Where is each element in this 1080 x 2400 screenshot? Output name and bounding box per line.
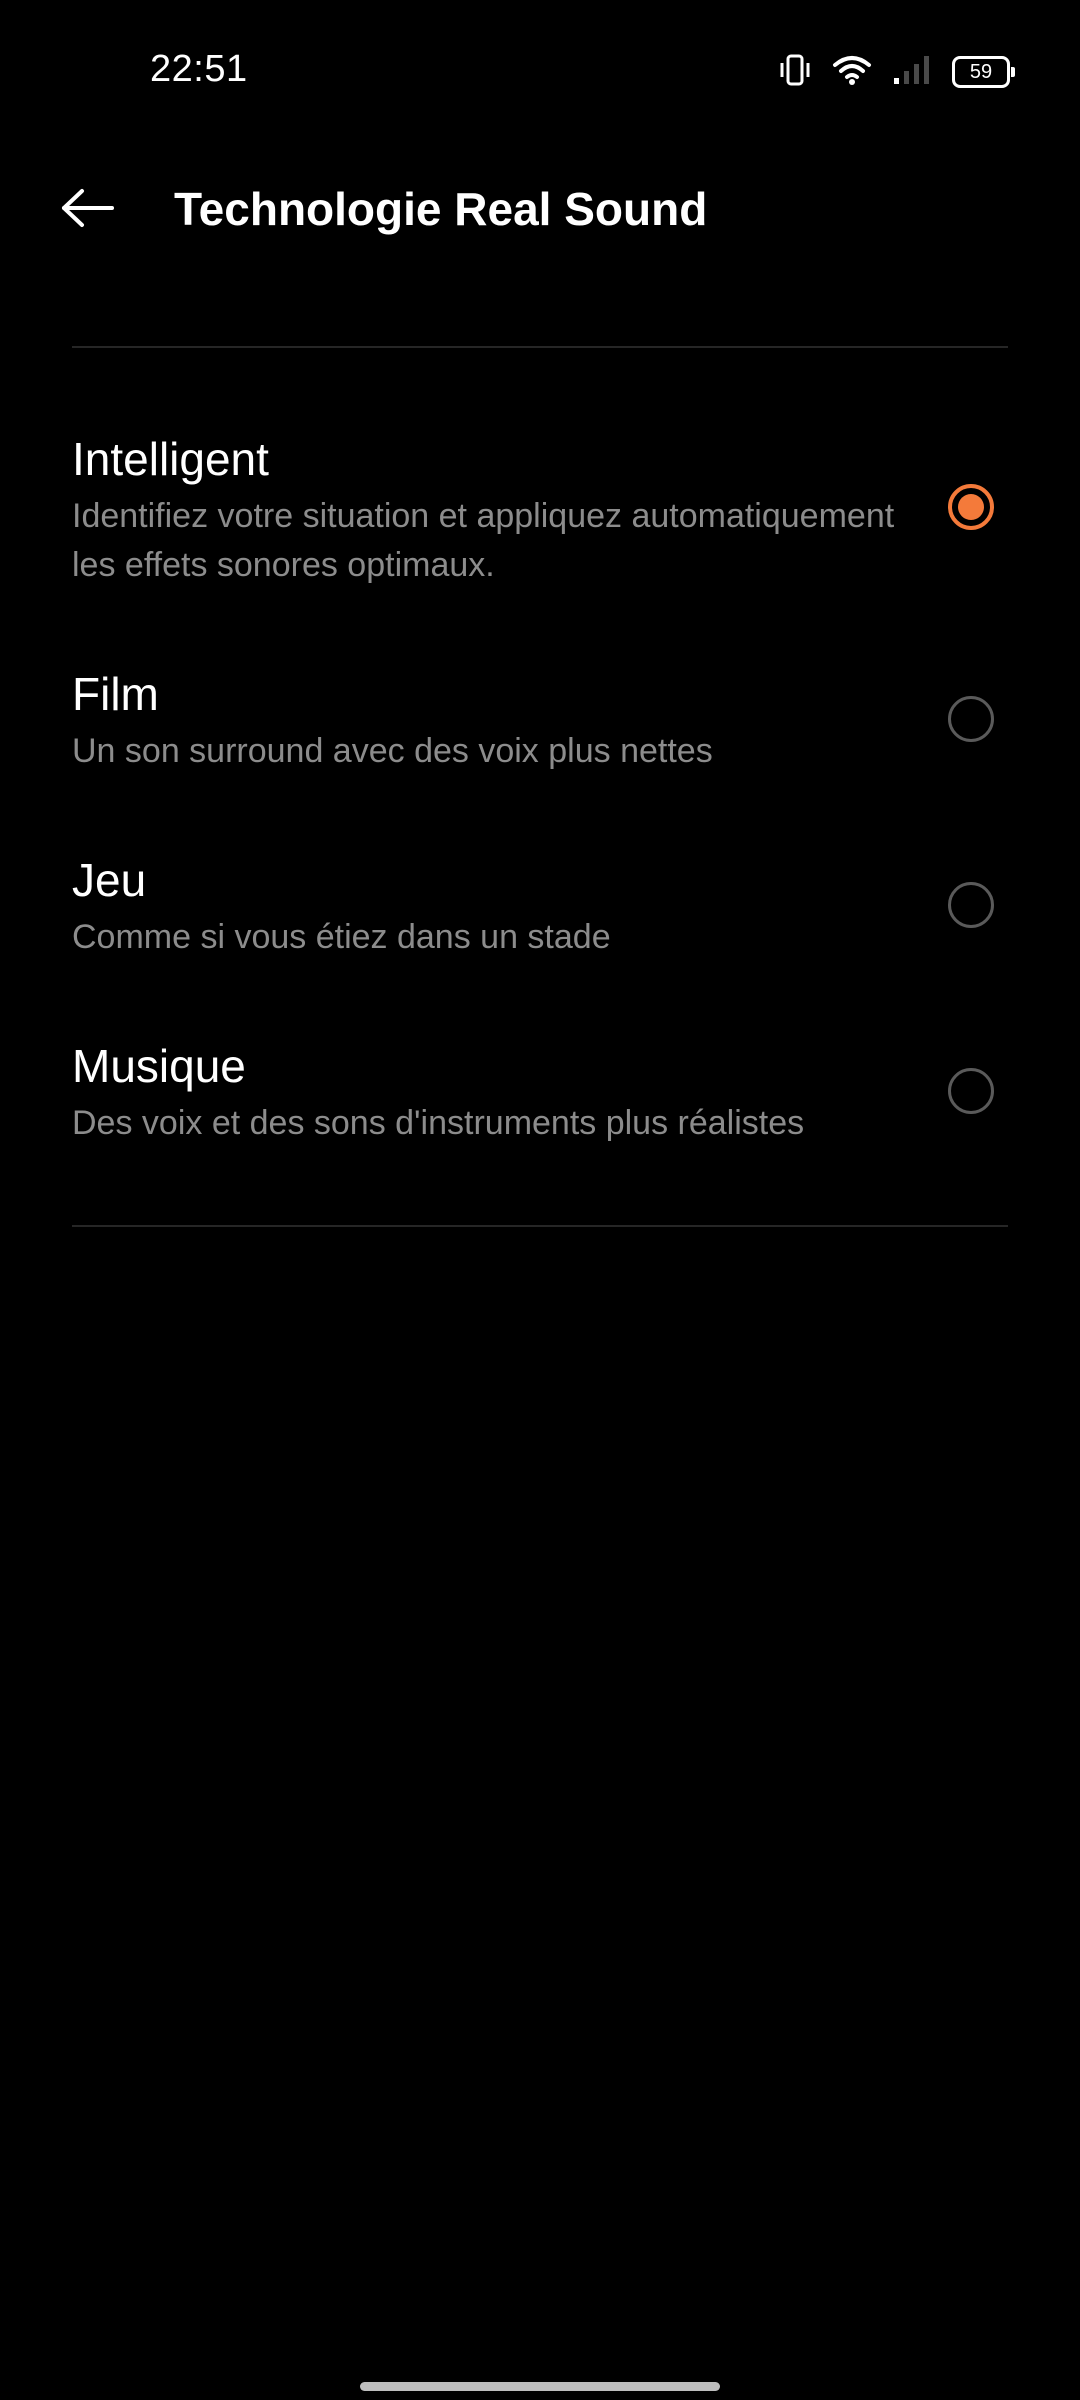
option-description: Des voix et des sons d'instruments plus … [72,1104,805,1142]
status-bar: 22:51 59 [0,0,1080,140]
bottom-divider [72,1225,1008,1227]
option-musique[interactable]: Musique Des voix et des sons d'instrumen… [0,1027,1080,1157]
option-title: Film [72,668,159,720]
option-description: Un son surround avec des voix plus nette… [72,732,713,770]
signal-icon [892,54,932,91]
home-indicator[interactable] [360,2382,720,2391]
page-title: Technologie Real Sound [174,183,708,235]
back-button[interactable] [56,178,120,242]
option-title: Musique [72,1040,246,1092]
wifi-icon [832,54,872,91]
option-film[interactable]: Film Un son surround avec des voix plus … [0,655,1080,785]
status-time: 22:51 [150,48,248,90]
top-divider [72,346,1008,348]
app-bar: Technologie Real Sound [0,150,1080,270]
battery-level: 59 [969,60,993,83]
status-icons: 59 [778,52,1015,92]
radio-jeu[interactable] [948,882,994,928]
radio-musique[interactable] [948,1068,994,1114]
option-title: Intelligent [72,433,269,485]
option-description: Comme si vous étiez dans un stade [72,918,611,956]
radio-film[interactable] [948,696,994,742]
option-jeu[interactable]: Jeu Comme si vous étiez dans un stade [0,841,1080,971]
arrow-left-icon [60,188,116,233]
battery-icon: 59 [952,56,1015,88]
vibrate-icon [778,54,812,91]
option-intelligent[interactable]: Intelligent Identifiez votre situation e… [0,420,1080,600]
option-title: Jeu [72,854,147,906]
option-description: Identifiez votre situation et appliquez … [72,497,895,584]
radio-intelligent[interactable] [948,484,994,530]
